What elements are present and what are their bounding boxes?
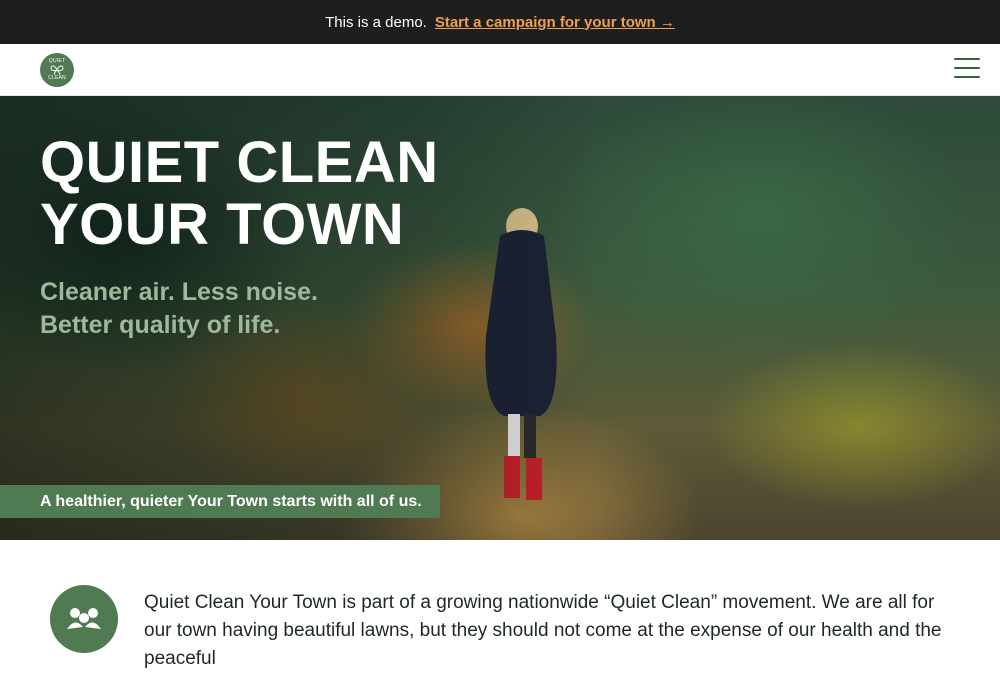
- hamburger-menu-icon[interactable]: [954, 58, 980, 78]
- intro-section: Quiet Clean Your Town is part of a growi…: [0, 540, 1000, 669]
- logo-text-quiet: QUIET: [48, 58, 66, 64]
- site-logo[interactable]: QUIET CLEAN: [40, 53, 74, 87]
- demo-notice-text: This is a demo.: [325, 13, 427, 31]
- start-campaign-link[interactable]: Start a campaign for your town →: [435, 14, 675, 31]
- hero-title-line1: QUIET CLEAN: [40, 130, 439, 195]
- hero-subtitle-line2: Better quality of life.: [40, 311, 281, 339]
- demo-banner: This is a demo. Start a campaign for you…: [0, 0, 1000, 44]
- menu-line: [954, 67, 980, 69]
- hero-subtitle-line1: Cleaner air. Less noise.: [40, 278, 318, 306]
- site-header: QUIET CLEAN: [0, 44, 1000, 96]
- intro-paragraph: Quiet Clean Your Town is part of a growi…: [144, 592, 942, 669]
- hero-subtitle: Cleaner air. Less noise. Better quality …: [40, 276, 318, 342]
- hero-title-line2: YOUR TOWN: [40, 192, 405, 257]
- menu-line: [954, 58, 980, 60]
- community-people-icon: [50, 585, 118, 653]
- hero-tagline: A healthier, quieter Your Town starts wi…: [0, 485, 440, 518]
- logo-text-clean: CLEAN: [48, 75, 66, 81]
- menu-line: [954, 76, 980, 78]
- butterfly-icon: [50, 65, 64, 75]
- hero-section: QUIET CLEAN YOUR TOWN Cleaner air. Less …: [0, 96, 1000, 540]
- hero-title: QUIET CLEAN YOUR TOWN: [40, 132, 439, 256]
- people-glyph: [67, 608, 101, 629]
